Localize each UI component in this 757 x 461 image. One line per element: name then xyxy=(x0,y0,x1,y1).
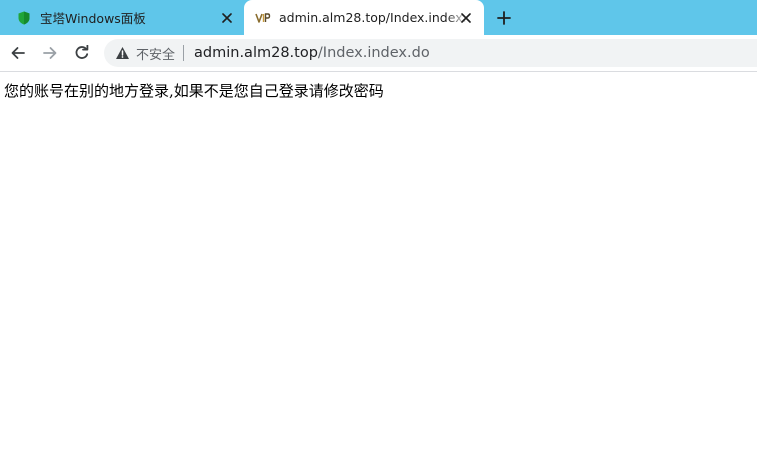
tab-close-icon[interactable] xyxy=(458,10,474,26)
tab-baota-panel[interactable]: 宝塔Windows面板 xyxy=(0,0,244,35)
omnibox-divider xyxy=(183,45,185,61)
browser-window: 宝塔Windows面板 admin.alm28.top/Index.index.… xyxy=(0,0,757,461)
tab-title: admin.alm28.top/Index.index.do xyxy=(279,10,469,25)
address-bar[interactable]: 不安全 admin.alm28.top/Index.index.do xyxy=(104,39,757,67)
reload-icon xyxy=(75,45,89,59)
tab-title: 宝塔Windows面板 xyxy=(40,11,146,26)
page-content: 您的账号在别的地方登录,如果不是您自己登录请修改密码 xyxy=(0,72,757,461)
toolbar: 不安全 admin.alm28.top/Index.index.do xyxy=(0,35,757,72)
warning-triangle-icon[interactable] xyxy=(114,45,130,61)
back-button[interactable] xyxy=(8,43,28,63)
security-status-label[interactable]: 不安全 xyxy=(136,44,175,63)
new-tab-plus-icon[interactable] xyxy=(495,9,513,27)
forward-button[interactable] xyxy=(40,43,60,63)
shield-icon xyxy=(16,10,32,26)
vip-logo-icon xyxy=(255,10,271,26)
tab-close-icon[interactable] xyxy=(219,10,235,26)
url-host: admin.alm28.top xyxy=(194,45,318,61)
login-warning-message: 您的账号在别的地方登录,如果不是您自己登录请修改密码 xyxy=(4,82,384,100)
tab-admin-page[interactable]: admin.alm28.top/Index.index.do xyxy=(244,0,484,35)
reload-button[interactable] xyxy=(72,43,92,63)
url-path: /Index.index.do xyxy=(317,45,430,61)
tab-strip: 宝塔Windows面板 admin.alm28.top/Index.index.… xyxy=(0,0,757,35)
arrow-left-icon xyxy=(11,47,25,59)
arrow-right-icon xyxy=(43,47,57,59)
